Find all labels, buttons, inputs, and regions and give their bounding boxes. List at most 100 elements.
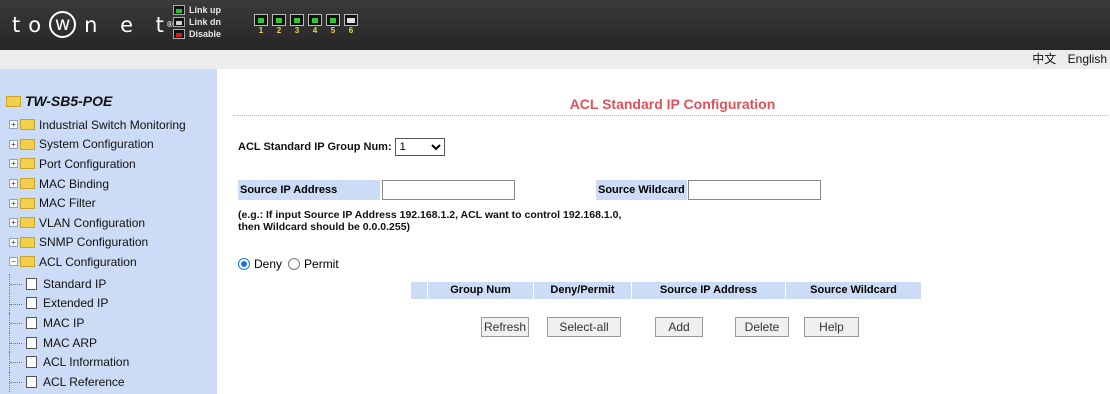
sidebar-item-label: Port Configuration xyxy=(39,156,136,171)
open-folder-icon xyxy=(20,256,35,268)
expand-icon[interactable]: + xyxy=(9,198,18,208)
sidebar-item-snmp-configuration[interactable]: + SNMP Configuration xyxy=(9,233,186,253)
source-ip-label: Source IP Address xyxy=(238,180,380,200)
sidebar-item-label: Extended IP xyxy=(43,296,109,311)
expand-icon[interactable]: + xyxy=(9,218,18,228)
disable-icon xyxy=(173,29,185,39)
sidebar-item-standard-ip[interactable]: Standard IP xyxy=(9,274,129,294)
open-folder-icon xyxy=(6,95,21,107)
port-6[interactable]: 6 xyxy=(343,14,359,35)
document-icon xyxy=(26,297,37,310)
port-number: 4 xyxy=(312,26,318,35)
sidebar-nav: TW-SB5-POE + Industrial Switch Monitoring… xyxy=(0,69,217,394)
language-english-link[interactable]: English xyxy=(1068,52,1107,66)
source-ip-input[interactable] xyxy=(382,180,515,200)
expand-icon[interactable]: + xyxy=(9,237,18,247)
link-down-icon xyxy=(173,17,185,27)
folder-icon xyxy=(20,158,35,170)
sidebar-item-industrial-monitoring[interactable]: + Industrial Switch Monitoring xyxy=(9,115,186,135)
add-button[interactable]: Add xyxy=(655,317,703,337)
table-header-deny-permit: Deny/Permit xyxy=(533,282,631,299)
source-wildcard-input[interactable] xyxy=(688,180,821,200)
acl-subtree: Standard IP Extended IP MAC IP MAC ARP A… xyxy=(9,274,129,392)
page-title: ACL Standard IP Configuration xyxy=(569,96,776,112)
sidebar-item-label: MAC ARP xyxy=(43,335,98,350)
sidebar-item-port-configuration[interactable]: + Port Configuration xyxy=(9,154,186,174)
legend-label: Disable xyxy=(189,29,222,39)
table-header-select xyxy=(411,282,427,299)
folder-icon xyxy=(20,236,35,248)
sidebar-item-label: System Configuration xyxy=(39,137,154,152)
sidebar-item-acl-information[interactable]: ACL Information xyxy=(9,352,129,372)
document-icon xyxy=(26,356,37,369)
sidebar-item-label: ACL Configuration xyxy=(39,254,137,269)
legend-label: Link dn xyxy=(189,17,221,27)
sidebar-item-mac-binding[interactable]: + MAC Binding xyxy=(9,174,186,194)
sidebar-item-acl-reference[interactable]: ACL Reference xyxy=(9,371,129,392)
language-bar: 中文 English xyxy=(0,50,1110,69)
sidebar-item-label: Industrial Switch Monitoring xyxy=(39,117,186,132)
delete-button[interactable]: Delete xyxy=(735,317,789,337)
sidebar-item-mac-arp[interactable]: MAC ARP xyxy=(9,332,129,353)
sidebar-item-extended-ip[interactable]: Extended IP xyxy=(9,293,129,314)
deny-radio[interactable] xyxy=(238,258,250,270)
ethernet-port-icon xyxy=(326,14,340,26)
group-num-row: ACL Standard IP Group Num: 1 xyxy=(238,138,445,156)
language-chinese-link[interactable]: 中文 xyxy=(1032,52,1056,66)
acl-table-header: Group Num Deny/Permit Source IP Address … xyxy=(411,282,921,299)
collapse-icon[interactable]: − xyxy=(9,257,18,267)
permit-radio[interactable] xyxy=(288,258,301,270)
port-status-legend: Link up Link dn Disable xyxy=(173,4,221,40)
expand-icon[interactable]: + xyxy=(9,139,18,149)
device-name: TW-SB5-POE xyxy=(25,93,113,109)
expand-icon[interactable]: + xyxy=(9,179,18,189)
expand-icon[interactable]: + xyxy=(9,120,18,130)
select-all-button[interactable]: Select-all xyxy=(547,317,621,337)
sidebar-item-label: Standard IP xyxy=(43,276,107,291)
sidebar-item-label: ACL Information xyxy=(43,355,130,370)
brand-letter-w: w xyxy=(49,11,77,38)
sidebar-item-label: MAC Binding xyxy=(39,176,110,191)
ethernet-port-icon xyxy=(308,14,322,26)
port-2[interactable]: 2 xyxy=(271,14,287,35)
top-banner: t o w n e t ® Link up Link dn Disable 1 … xyxy=(0,0,1110,50)
port-3[interactable]: 3 xyxy=(289,14,305,35)
sidebar-item-mac-filter[interactable]: + MAC Filter xyxy=(9,193,186,213)
refresh-button[interactable]: Refresh xyxy=(481,317,529,337)
brand-letter-o: o xyxy=(28,12,50,37)
table-header-group-num: Group Num xyxy=(427,282,533,299)
expand-icon[interactable]: + xyxy=(9,159,18,169)
brand-letter-t: t xyxy=(12,12,29,37)
sidebar-item-label: MAC IP xyxy=(43,315,85,330)
link-up-icon xyxy=(173,5,185,15)
sidebar-item-label: VLAN Configuration xyxy=(39,215,146,230)
sidebar-item-system-configuration[interactable]: + System Configuration xyxy=(9,135,186,155)
port-number: 2 xyxy=(276,26,282,35)
legend-disable: Disable xyxy=(173,28,221,40)
folder-icon xyxy=(20,197,35,209)
group-num-label: ACL Standard IP Group Num: xyxy=(238,141,392,153)
folder-icon xyxy=(20,217,35,229)
port-1[interactable]: 1 xyxy=(253,14,269,35)
sidebar-item-label: MAC Filter xyxy=(39,196,96,211)
port-panel: 1 2 3 4 5 6 xyxy=(253,14,359,35)
device-root[interactable]: TW-SB5-POE xyxy=(6,93,112,109)
deny-label: Deny xyxy=(254,257,283,271)
port-number: 6 xyxy=(348,26,354,35)
nav-tree: + Industrial Switch Monitoring + System Co… xyxy=(9,115,186,272)
main-content: ACL Standard IP Configuration ACL Standa… xyxy=(233,69,1110,394)
sidebar-item-mac-ip[interactable]: MAC IP xyxy=(9,313,129,333)
sidebar-item-vlan-configuration[interactable]: + VLAN Configuration xyxy=(9,213,186,233)
ethernet-port-icon xyxy=(290,14,304,26)
sidebar-item-acl-configuration[interactable]: − ACL Configuration xyxy=(9,252,186,272)
port-number: 1 xyxy=(258,26,264,35)
port-4[interactable]: 4 xyxy=(307,14,323,35)
fiber-port-icon xyxy=(344,14,358,26)
help-note: (e.g.: If input Source IP Address 192.16… xyxy=(238,209,621,233)
help-button[interactable]: Help xyxy=(804,317,859,337)
sidebar-item-label: SNMP Configuration xyxy=(39,235,149,250)
brand-letters-net: n e t xyxy=(84,12,172,37)
group-num-select[interactable]: 1 xyxy=(394,138,445,156)
table-header-source-ip: Source IP Address xyxy=(631,282,785,299)
port-5[interactable]: 5 xyxy=(325,14,341,35)
